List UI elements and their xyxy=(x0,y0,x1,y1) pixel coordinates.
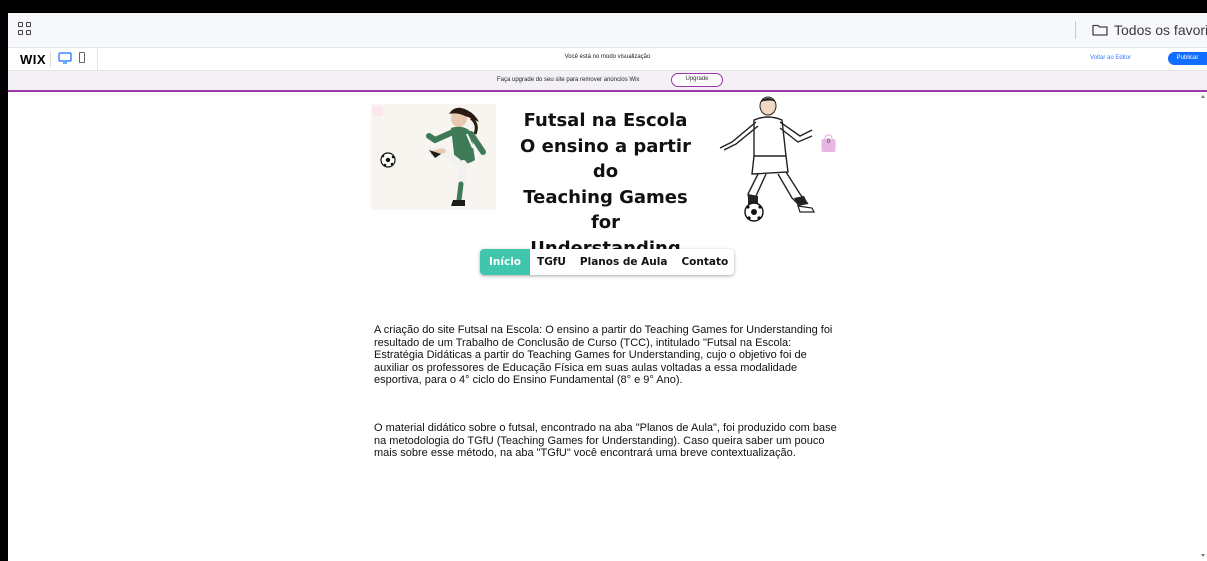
wix-preview-toolbar: WIX Você está no modo visualização Volta… xyxy=(8,48,1207,71)
page-scrollbar[interactable] xyxy=(1199,92,1207,561)
method-paragraph: O material didático sobre o futsal, enco… xyxy=(374,422,837,460)
upgrade-message: Faça upgrade do seu site para remover an… xyxy=(497,77,640,83)
cart-count: 0 xyxy=(826,139,831,145)
intro-paragraph: A criação do site Futsal na Escola: O en… xyxy=(374,324,833,387)
site-page: Futsal na Escola O ensino a partir do Te… xyxy=(8,92,1199,561)
scroll-up-icon[interactable] xyxy=(1201,95,1205,98)
preview-mode-message: Você está no modo visualização xyxy=(564,54,651,60)
nav-item-planos-de-aula[interactable]: Planos de Aula xyxy=(573,249,675,275)
window-top-edge xyxy=(0,0,1207,13)
nav-item-contato[interactable]: Contato xyxy=(674,249,735,275)
site-title-line: O ensino a partir do xyxy=(520,135,691,183)
folder-icon xyxy=(1092,24,1108,36)
upgrade-banner: Faça upgrade do seu site para remover an… xyxy=(8,71,1207,92)
upgrade-button[interactable]: Upgrade xyxy=(671,73,723,87)
bookmark-folder-label: Todos os favoritos xyxy=(1114,22,1207,38)
apps-grid-icon[interactable] xyxy=(18,22,32,36)
back-to-editor-link[interactable]: Voltar ao Editor xyxy=(1090,55,1131,61)
bookmarks-separator xyxy=(1075,21,1076,39)
cart-icon[interactable]: 0 xyxy=(820,134,837,153)
site-title-line: Futsal na Escola xyxy=(523,110,688,131)
scroll-down-icon[interactable] xyxy=(1201,554,1205,557)
boy-dribbling-ball-image xyxy=(719,96,815,222)
nav-item-inicio[interactable]: Início xyxy=(480,249,531,275)
publish-button[interactable]: Publicar xyxy=(1168,52,1207,65)
bookmark-folder-all[interactable]: Todos os favoritos xyxy=(1092,21,1207,39)
site-navigation: Início TGfU Planos de Aula Contato xyxy=(480,249,734,275)
site-title-line: Teaching Games for xyxy=(523,186,688,234)
bookmarks-bar: Todos os favoritos xyxy=(8,13,1207,48)
window-left-edge xyxy=(0,0,8,561)
girl-kicking-ball-image xyxy=(371,104,496,210)
site-title: Futsal na Escola O ensino a partir do Te… xyxy=(508,108,703,261)
nav-item-tgfu[interactable]: TGfU xyxy=(530,249,573,275)
